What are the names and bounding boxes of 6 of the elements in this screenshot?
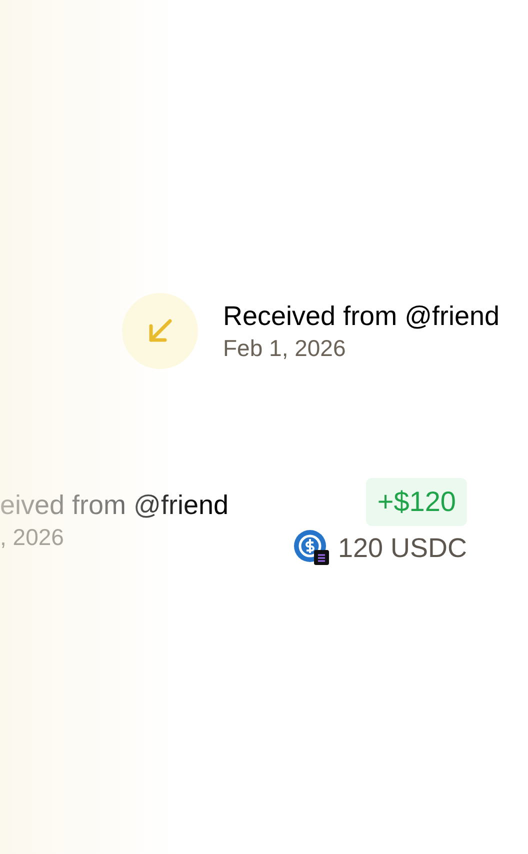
amount-badge: +$120 — [366, 478, 467, 526]
transaction-date: Feb 1, 2026 — [223, 334, 347, 363]
token-amount: 120 USDC — [338, 532, 467, 565]
transaction-date: , 2026 — [0, 523, 65, 552]
transaction-title: Received from @friend — [223, 300, 500, 333]
coin-icon — [294, 530, 330, 566]
